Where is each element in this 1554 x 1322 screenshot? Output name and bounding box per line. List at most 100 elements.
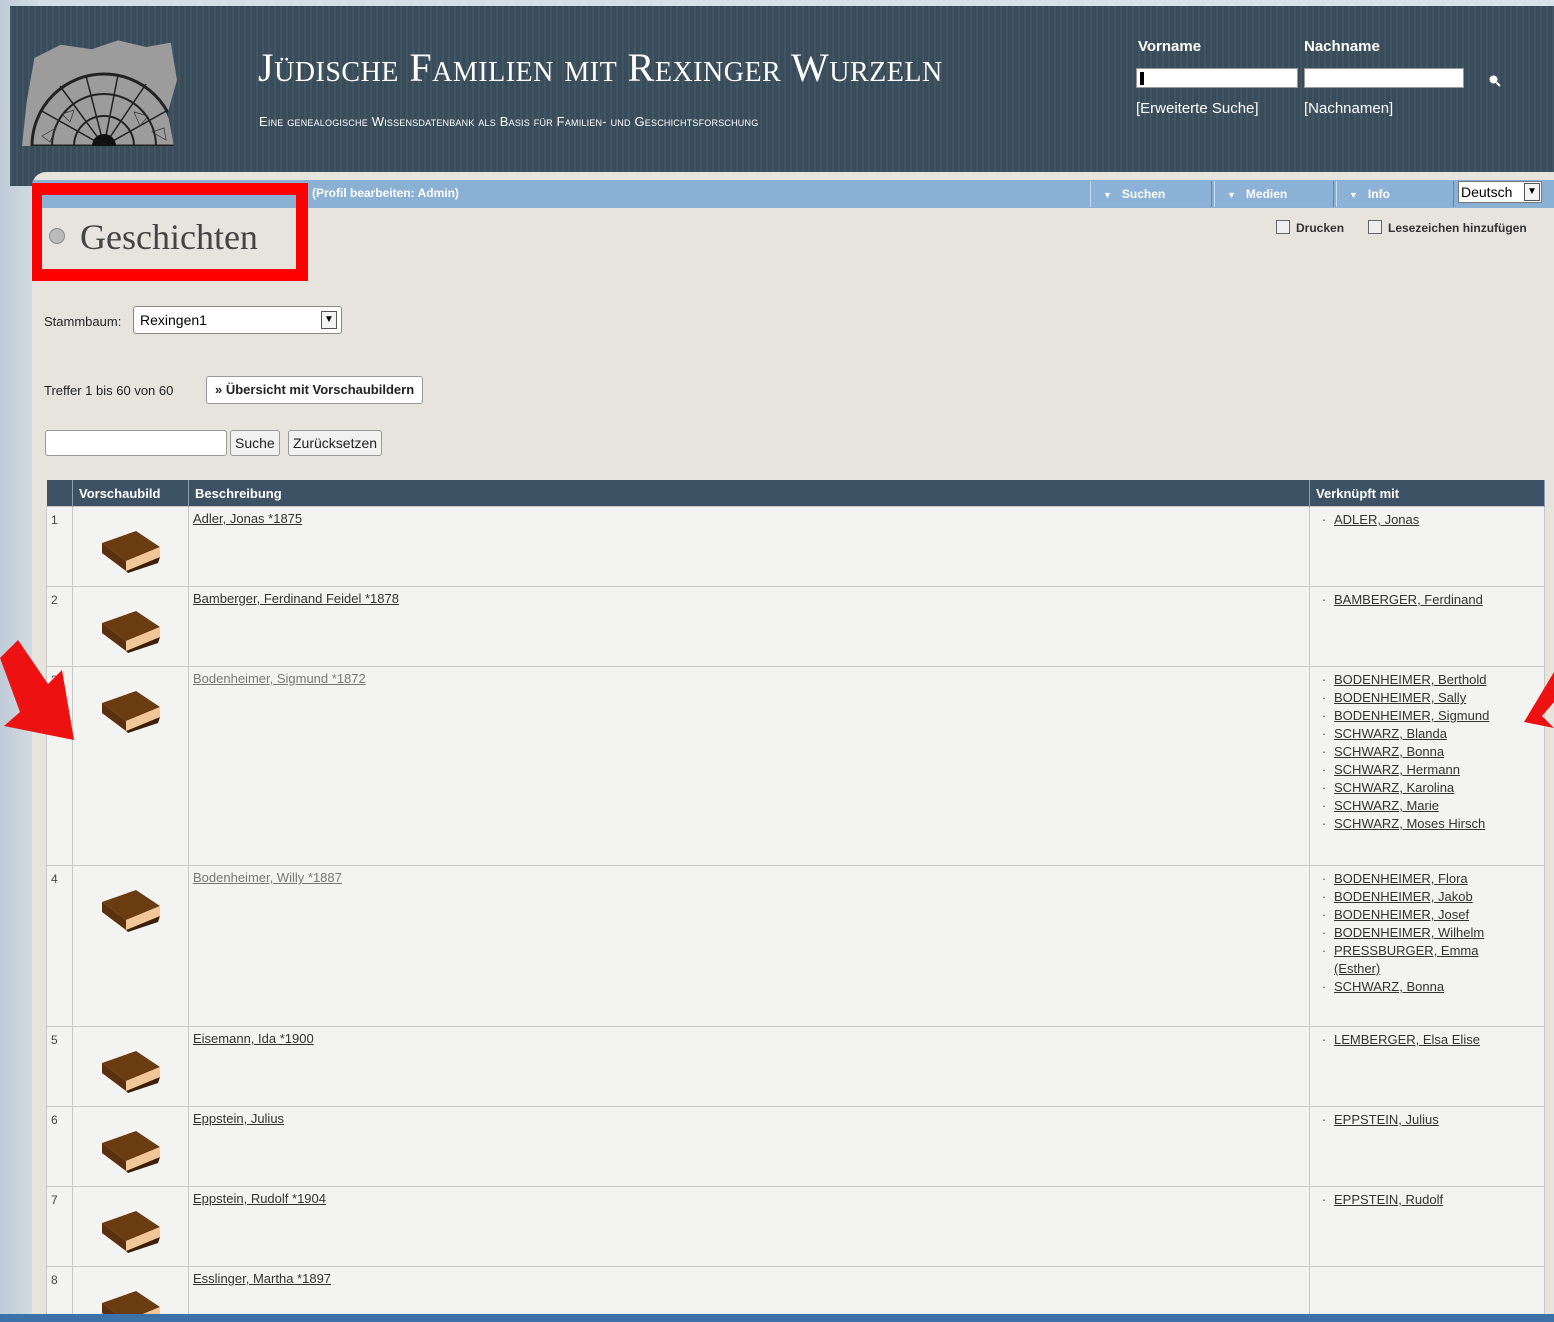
- story-link[interactable]: Eppstein, Rudolf *1904: [193, 1191, 326, 1206]
- firstname-label: Vorname: [1138, 38, 1202, 55]
- bookmark-link[interactable]: Lesezeichen hinzufügen: [1368, 220, 1527, 235]
- story-link[interactable]: Adler, Jonas *1875: [193, 511, 302, 526]
- row-number: 1: [46, 506, 73, 587]
- tree-select-value: Rexingen1: [140, 312, 207, 328]
- print-link[interactable]: Drucken: [1276, 220, 1344, 235]
- story-link[interactable]: Eisemann, Ida *1900: [193, 1031, 314, 1046]
- linked-person: LEMBERGER, Elsa Elise: [1314, 1031, 1540, 1049]
- stories-icon: [49, 228, 65, 244]
- linked-person: SCHWARZ, Hermann: [1314, 761, 1540, 779]
- linked-person-link[interactable]: SCHWARZ, Moses Hirsch: [1334, 815, 1485, 833]
- linked-person: BODENHEIMER, Josef: [1314, 906, 1540, 924]
- linked-people-list: BODENHEIMER, FloraBODENHEIMER, JakobBODE…: [1314, 870, 1540, 996]
- row-thumbnail[interactable]: [72, 666, 189, 866]
- row-thumbnail[interactable]: [72, 586, 189, 667]
- story-link[interactable]: Esslinger, Martha *1897: [193, 1271, 331, 1286]
- col-header-linked[interactable]: Verknüpft mit: [1309, 480, 1545, 507]
- row-linked: LEMBERGER, Elsa Elise: [1309, 1026, 1545, 1107]
- left-red-arrow: [0, 640, 74, 740]
- linked-person-link[interactable]: SCHWARZ, Hermann: [1334, 761, 1460, 779]
- reset-button[interactable]: Zurücksetzen: [288, 430, 383, 456]
- linked-person-link[interactable]: EPPSTEIN, Rudolf: [1334, 1191, 1443, 1209]
- search-button[interactable]: Suche: [230, 430, 280, 456]
- col-header-description[interactable]: Beschreibung: [188, 480, 1310, 507]
- row-linked: EPPSTEIN, Julius: [1309, 1106, 1545, 1187]
- linked-person-link[interactable]: BAMBERGER, Ferdinand: [1334, 591, 1483, 609]
- linked-person-link[interactable]: BODENHEIMER, Wilhelm: [1334, 924, 1484, 942]
- linked-person-link[interactable]: PRESSBURGER, Emma (Esther): [1334, 942, 1504, 978]
- linked-people-list: LEMBERGER, Elsa Elise: [1314, 1031, 1540, 1049]
- story-link[interactable]: Eppstein, Julius: [193, 1111, 284, 1126]
- tree-label: Stammbaum:: [44, 314, 122, 329]
- bookmark-label: Lesezeichen hinzufügen: [1388, 221, 1527, 235]
- linked-person: BODENHEIMER, Jakob: [1314, 888, 1540, 906]
- linked-person-link[interactable]: EPPSTEIN, Julius: [1334, 1111, 1439, 1129]
- row-linked: ADLER, Jonas: [1309, 506, 1545, 587]
- hit-count: Treffer 1 bis 60 von 60: [44, 383, 174, 398]
- row-number: 7: [46, 1186, 73, 1267]
- linked-person: SCHWARZ, Karolina: [1314, 779, 1540, 797]
- row-number: 4: [46, 865, 73, 1027]
- story-link[interactable]: Bamberger, Ferdinand Feidel *1878: [193, 591, 399, 606]
- site-logo[interactable]: [22, 40, 177, 146]
- linked-person-link[interactable]: BODENHEIMER, Flora: [1334, 870, 1468, 888]
- book-icon: [101, 1211, 160, 1253]
- linked-person: BODENHEIMER, Berthold: [1314, 671, 1540, 689]
- row-thumbnail[interactable]: [72, 1026, 189, 1107]
- search-input[interactable]: [45, 430, 227, 456]
- linked-person-link[interactable]: BODENHEIMER, Sigmund: [1334, 707, 1489, 725]
- col-header-thumbnail[interactable]: Vorschaubild: [72, 480, 189, 507]
- col-header-number: [46, 480, 73, 507]
- fan-window-icon: [30, 72, 177, 146]
- menu-media-label: Medien: [1245, 187, 1288, 201]
- site-title: Jüdische Familien mit Rexinger Wurzeln: [258, 45, 943, 90]
- firstname-input[interactable]: [1136, 68, 1298, 88]
- content-panel: (Profil bearbeiten: Admin) ▼ Suchen ▼ Medi…: [32, 172, 1554, 1322]
- linked-person-link[interactable]: ADLER, Jonas: [1334, 511, 1419, 529]
- lastname-input[interactable]: [1304, 68, 1464, 88]
- linked-person-link[interactable]: BODENHEIMER, Jakob: [1334, 888, 1473, 906]
- linked-person: ADLER, Jonas: [1314, 511, 1540, 529]
- linked-person-link[interactable]: SCHWARZ, Blanda: [1334, 725, 1447, 743]
- menu-media[interactable]: ▼ Medien: [1214, 181, 1334, 207]
- linked-person-link[interactable]: SCHWARZ, Marie: [1334, 797, 1439, 815]
- row-description: Bamberger, Ferdinand Feidel *1878: [188, 586, 1310, 667]
- edit-profile-link[interactable]: (Profil bearbeiten: Admin): [312, 186, 459, 200]
- tree-select[interactable]: Rexingen1 ▼: [133, 306, 342, 334]
- row-thumbnail[interactable]: [72, 1186, 189, 1267]
- story-link[interactable]: Bodenheimer, Sigmund *1872: [193, 671, 366, 686]
- menu-info[interactable]: ▼ Info: [1336, 181, 1454, 207]
- row-thumbnail[interactable]: [72, 1106, 189, 1187]
- thumbnail-overview-button[interactable]: » Übersicht mit Vorschaubildern: [206, 376, 424, 404]
- language-select[interactable]: Deutsch ▼: [1458, 181, 1542, 203]
- book-icon: [101, 691, 160, 733]
- linked-person: BAMBERGER, Ferdinand: [1314, 591, 1540, 609]
- linked-person: SCHWARZ, Blanda: [1314, 725, 1540, 743]
- advanced-search-link[interactable]: [Erweiterte Suche]: [1136, 100, 1259, 117]
- linked-person-link[interactable]: BODENHEIMER, Josef: [1334, 906, 1469, 924]
- surnames-link[interactable]: [Nachnamen]: [1304, 100, 1393, 117]
- story-link[interactable]: Bodenheimer, Willy *1887: [193, 870, 342, 885]
- book-icon: [101, 1051, 160, 1093]
- row-description: Bodenheimer, Willy *1887: [188, 865, 1310, 1027]
- lastname-label: Nachname: [1304, 38, 1380, 55]
- search-icon[interactable]: [1488, 74, 1502, 88]
- menu-search[interactable]: ▼ Suchen: [1090, 181, 1212, 207]
- row-linked: BAMBERGER, Ferdinand: [1309, 586, 1545, 667]
- linked-person-link[interactable]: SCHWARZ, Bonna: [1334, 978, 1444, 996]
- row-description: Eppstein, Rudolf *1904: [188, 1186, 1310, 1267]
- linked-person-link[interactable]: BODENHEIMER, Berthold: [1334, 671, 1486, 689]
- bookmark-icon: [1368, 220, 1382, 234]
- site-header: Jüdische Familien mit Rexinger Wurzeln E…: [10, 6, 1554, 186]
- language-value: Deutsch: [1461, 184, 1513, 200]
- row-thumbnail[interactable]: [72, 506, 189, 587]
- print-label: Drucken: [1296, 221, 1345, 235]
- row-thumbnail[interactable]: [72, 865, 189, 1027]
- row-description: Eppstein, Julius: [188, 1106, 1310, 1187]
- stories-table: Vorschaubild Beschreibung Verknüpft mit …: [46, 480, 1545, 1322]
- linked-person-link[interactable]: SCHWARZ, Karolina: [1334, 779, 1454, 797]
- linked-person-link[interactable]: BODENHEIMER, Sally: [1334, 689, 1466, 707]
- linked-person-link[interactable]: LEMBERGER, Elsa Elise: [1334, 1031, 1480, 1049]
- linked-person-link[interactable]: SCHWARZ, Bonna: [1334, 743, 1444, 761]
- table-row: 4 Bodenheimer, Willy *1887 BODENHEIMER, Fl…: [46, 865, 1545, 1027]
